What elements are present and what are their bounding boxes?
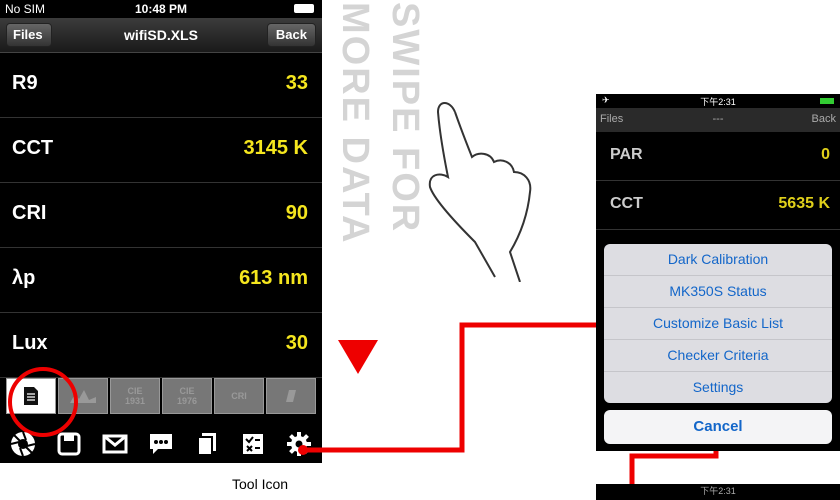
row-value: 33 — [285, 72, 308, 94]
main-phone-screen: No SIM 10:48 PM Files wifiSD.XLS Back R9… — [0, 0, 322, 463]
menu-item-settings[interactable]: Settings — [604, 372, 832, 403]
row-label: R9 — [12, 72, 38, 94]
back-button[interactable]: Back — [812, 113, 836, 125]
cancel-button[interactable]: Cancel — [604, 410, 832, 444]
menu-item-dark-calibration[interactable]: Dark Calibration — [604, 244, 832, 276]
checklist-icon[interactable] — [238, 429, 268, 459]
row-label: λp — [12, 267, 36, 289]
row-value: 30 — [285, 332, 308, 354]
mail-icon[interactable] — [100, 429, 130, 459]
status-time: 10:48 PM — [134, 2, 188, 16]
aperture-icon[interactable] — [8, 429, 38, 459]
tab-cri[interactable]: CRI — [214, 378, 264, 414]
copy-icon[interactable] — [192, 429, 222, 459]
swipe-hint-line2: MORE DATA — [334, 2, 376, 245]
list-item[interactable]: λp 613 nm — [0, 248, 322, 313]
list-item[interactable]: CCT 3145 K — [0, 118, 322, 183]
down-arrow-icon — [338, 340, 378, 374]
row-label: CRI — [12, 202, 47, 224]
list-item[interactable]: R9 33 — [0, 53, 322, 118]
row-value: 0 — [821, 146, 830, 163]
row-label: Lux — [12, 332, 48, 354]
nav-bar: Files --- Back — [596, 108, 840, 132]
list-item[interactable]: CCT 5635 K — [596, 181, 840, 230]
row-label: PAR — [610, 146, 643, 163]
tab-cie1976[interactable]: CIE 1976 — [162, 378, 212, 414]
list-item[interactable]: CRI 90 — [0, 183, 322, 248]
status-bar: ✈ 下午2:31 — [596, 94, 840, 108]
secondary-phone-screen: ✈ 下午2:31 Files --- Back PAR 0 CCT 5635 K D… — [596, 94, 840, 451]
page-icon — [286, 390, 296, 402]
gear-icon[interactable] — [284, 429, 314, 459]
chat-icon[interactable] — [146, 429, 176, 459]
menu-item-checker-criteria[interactable]: Checker Criteria — [604, 340, 832, 372]
status-time: 下午2:31 — [700, 486, 736, 496]
row-label: CCT — [12, 137, 54, 159]
row-value: 3145 K — [243, 137, 309, 159]
menu-item-customize-list[interactable]: Customize Basic List — [604, 308, 832, 340]
tool-icon-caption: Tool Icon — [232, 476, 289, 492]
tab-cie1931[interactable]: CIE 1931 — [110, 378, 160, 414]
page-title: --- — [712, 113, 724, 125]
back-button[interactable]: Back — [266, 23, 316, 47]
row-value: 5635 K — [778, 195, 830, 212]
status-bar: No SIM 10:48 PM — [0, 0, 322, 18]
battery-icon — [294, 4, 314, 13]
menu-item-status[interactable]: MK350S Status — [604, 276, 832, 308]
row-label: CCT — [610, 195, 643, 212]
action-sheet: Dark Calibration MK350S Status Customize… — [604, 244, 832, 403]
third-phone-screen: 下午2:31 — [596, 484, 840, 500]
row-value: 613 nm — [239, 267, 308, 289]
battery-icon — [820, 98, 834, 104]
list-item[interactable]: PAR 0 — [596, 132, 840, 181]
tab-other[interactable] — [266, 378, 316, 414]
swipe-hand-icon — [428, 102, 532, 282]
toolbar — [0, 425, 322, 463]
row-value: 90 — [285, 202, 308, 224]
nav-bar: Files wifiSD.XLS Back — [0, 18, 322, 53]
status-time: 下午2:31 — [700, 97, 736, 107]
save-icon[interactable] — [54, 429, 84, 459]
